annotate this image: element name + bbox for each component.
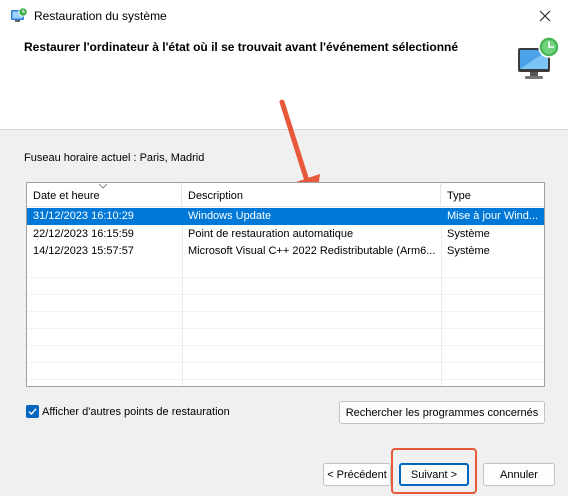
table-row[interactable]: 22/12/2023 16:15:59 Point de restauratio…: [27, 226, 544, 243]
close-icon: [539, 10, 551, 22]
row-divider: [27, 294, 544, 295]
cell-date: 22/12/2023 16:15:59: [33, 228, 134, 240]
scan-affected-programs-button[interactable]: Rechercher les programmes concernés: [339, 401, 545, 424]
row-divider: [27, 345, 544, 346]
system-restore-icon: [10, 7, 28, 25]
cell-description: Point de restauration automatique: [188, 228, 354, 240]
timezone-label: Fuseau horaire actuel : Paris, Madrid: [24, 152, 205, 164]
column-header-date[interactable]: Date et heure: [27, 183, 182, 207]
row-divider: [27, 328, 544, 329]
cancel-button[interactable]: Annuler: [483, 463, 555, 486]
cell-type: Système: [447, 245, 490, 257]
table-row[interactable]: 14/12/2023 15:57:57 Microsoft Visual C++…: [27, 243, 544, 260]
restore-points-table[interactable]: Date et heure Description Type 31/12/202…: [26, 182, 545, 387]
annotation-highlight-box: [391, 448, 477, 494]
show-more-label: Afficher d'autres points de restauration: [42, 405, 230, 418]
row-divider: [27, 379, 544, 380]
close-button[interactable]: [522, 0, 568, 32]
row-divider: [27, 311, 544, 312]
cell-type: Mise à jour Wind...: [447, 210, 539, 222]
previous-button[interactable]: < Précédent: [323, 463, 391, 486]
system-restore-monitor-icon: [514, 34, 564, 82]
window-title: Restauration du système: [34, 9, 167, 23]
table-header: Date et heure Description Type: [27, 183, 544, 207]
show-more-checkbox-row[interactable]: Afficher d'autres points de restauration: [26, 405, 230, 418]
cell-date: 31/12/2023 16:10:29: [33, 210, 134, 222]
cell-description: Windows Update: [188, 210, 272, 222]
page-title: Restaurer l'ordinateur à l'état où il se…: [24, 40, 459, 54]
row-divider: [27, 362, 544, 363]
cell-description: Microsoft Visual C++ 2022 Redistributabl…: [188, 245, 436, 257]
title-bar: Restauration du système: [0, 0, 568, 32]
row-divider: [27, 277, 544, 278]
column-header-description[interactable]: Description: [182, 183, 441, 207]
table-row[interactable]: 31/12/2023 16:10:29 Windows Update Mise …: [27, 208, 544, 225]
column-header-type[interactable]: Type: [441, 183, 544, 207]
cell-date: 14/12/2023 15:57:57: [33, 245, 134, 257]
checkmark-icon: [28, 408, 37, 416]
cell-type: Système: [447, 228, 490, 240]
show-more-checkbox[interactable]: [26, 405, 39, 418]
